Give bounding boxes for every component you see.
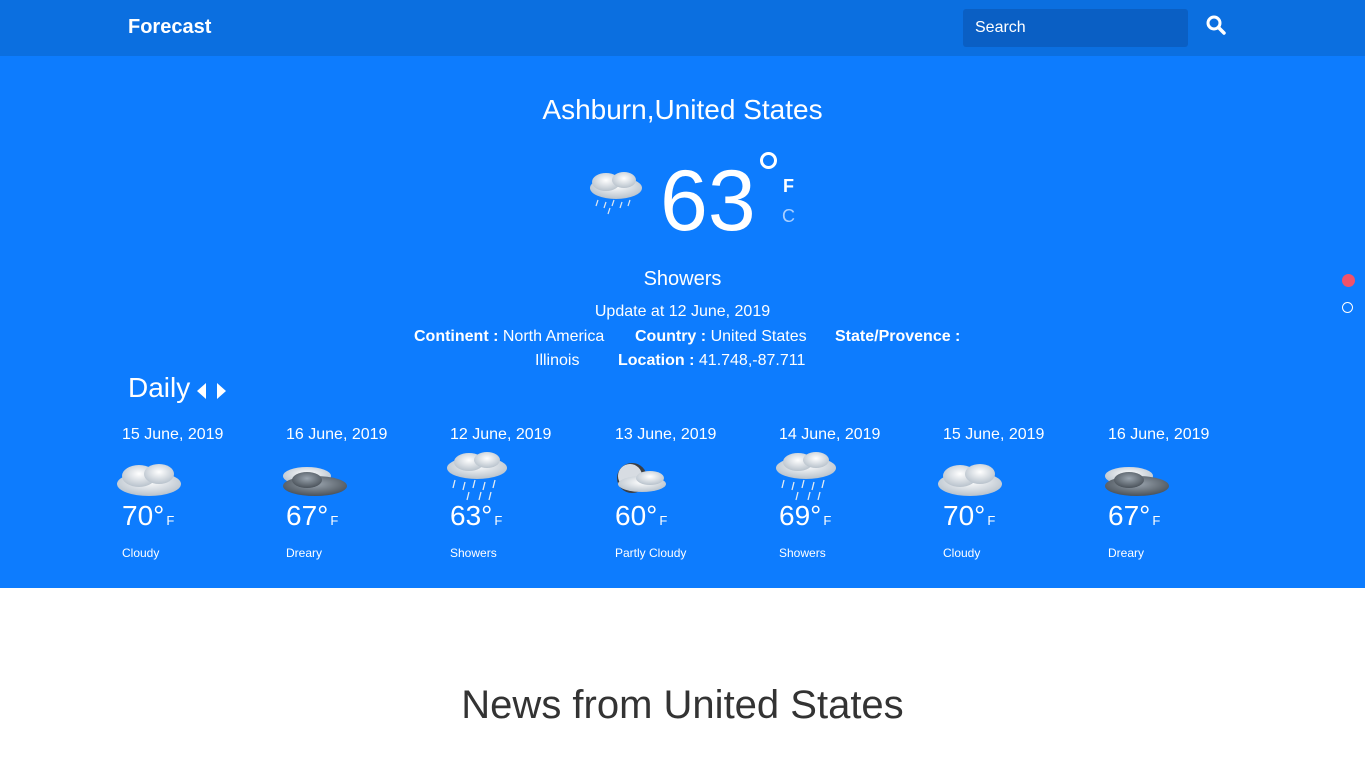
degree-symbol <box>760 152 777 169</box>
continent-value: North America <box>502 328 605 345</box>
update-timestamp: Update at 12 June, 2019 <box>594 303 771 320</box>
location-label: Location : <box>618 352 695 369</box>
search-icon[interactable] <box>1205 14 1231 40</box>
carousel-dot[interactable] <box>1342 302 1353 313</box>
location-value: 41.748,-87.711 <box>698 352 806 369</box>
day-condition: Dreary <box>1108 546 1145 560</box>
continent-label: Continent : <box>414 328 499 345</box>
showers-icon <box>441 448 521 506</box>
search-input[interactable] <box>963 9 1188 47</box>
daily-heading: Daily <box>128 372 191 403</box>
country-info: Country : United States <box>635 328 807 346</box>
day-temperature: 67° F <box>286 500 339 531</box>
state-label: State/Provence : <box>835 328 961 345</box>
location-title: Ashburn,United States <box>542 94 823 125</box>
cloudy-icon <box>934 448 1014 506</box>
news-section-title: News from United States <box>461 683 904 727</box>
location-info: Location : 41.748,-87.711 <box>618 352 805 370</box>
current-condition: Showers <box>643 268 722 290</box>
day-temperature: 69° F <box>779 500 832 531</box>
unit-celsius-toggle[interactable]: C <box>782 206 795 227</box>
unit-fahrenheit-toggle[interactable]: F <box>783 176 794 197</box>
day-condition: Partly Cloudy <box>615 546 687 560</box>
day-condition: Showers <box>779 546 826 560</box>
day-temperature: 63° F <box>450 500 503 531</box>
day-date: 15 June, 2019 <box>122 426 224 443</box>
showers-cloud-icon <box>580 164 650 220</box>
dreary-icon <box>277 448 357 506</box>
day-date: 15 June, 2019 <box>943 426 1045 443</box>
current-temperature: 63 <box>660 153 756 249</box>
showers-icon <box>770 448 850 506</box>
brand-logo[interactable]: Forecast <box>128 16 211 39</box>
partly-cloudy-night-icon <box>606 448 686 506</box>
cloudy-icon <box>113 448 193 506</box>
day-condition: Showers <box>450 546 497 560</box>
continent-info: Continent : North America <box>414 328 604 346</box>
day-date: 12 June, 2019 <box>450 426 552 443</box>
caret-left-icon[interactable] <box>195 381 209 401</box>
day-temperature: 70° F <box>943 500 996 531</box>
caret-right-icon[interactable] <box>214 381 228 401</box>
day-date: 16 June, 2019 <box>286 426 388 443</box>
day-temperature: 60° F <box>615 500 668 531</box>
day-date: 16 June, 2019 <box>1108 426 1210 443</box>
day-temperature: 70° F <box>122 500 175 531</box>
current-weather-panel: Ashburn,United States 63 F C Showers Upd… <box>0 56 1365 588</box>
carousel-dot-active[interactable] <box>1342 274 1355 287</box>
day-date: 13 June, 2019 <box>615 426 717 443</box>
day-condition: Cloudy <box>122 546 160 560</box>
top-navbar: Forecast <box>0 0 1365 56</box>
day-condition: Cloudy <box>943 546 981 560</box>
day-date: 14 June, 2019 <box>779 426 881 443</box>
country-label: Country : <box>635 328 707 345</box>
day-temperature: 67° F <box>1108 500 1161 531</box>
state-value: Illinois <box>535 352 580 369</box>
day-condition: Dreary <box>286 546 323 560</box>
dreary-icon <box>1099 448 1179 506</box>
country-value: United States <box>710 328 807 345</box>
